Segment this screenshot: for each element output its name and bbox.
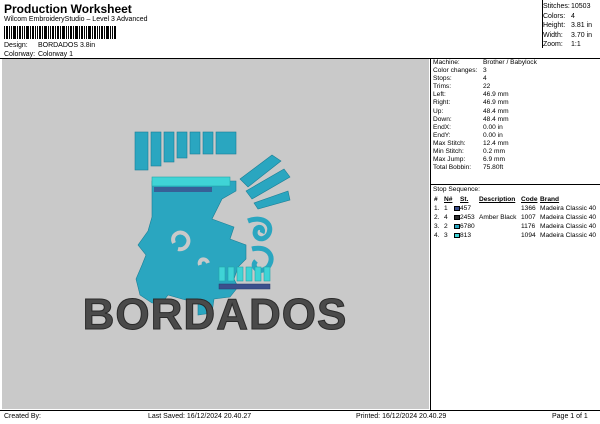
page-title: Production Worksheet [4,2,132,16]
info-endy: EndY: 0.00 in [433,131,503,139]
created-by: Created By: [4,413,41,420]
mask-bar [218,283,271,290]
info-up: Up: 48.4 mm [433,107,509,115]
design-text: BORDADOS [83,290,348,339]
colorway-value: Colorway 1 [37,51,73,58]
mask-feathers [239,154,291,210]
design-value: BORDADOS 3.8in [37,42,96,49]
info-max-jump: Max Jump: 6.9 mm [433,156,505,164]
barcode-image [4,26,116,39]
stat-stitches: Stitches: 10503 [543,3,591,10]
embroidery-design: BORDADOS [82,131,348,340]
info-trims: Trims: 22 [433,83,491,91]
design-label: Design: [4,42,28,49]
stat-zoom: Zoom: 1:1 [543,41,581,49]
info-min-stitch: Min Stitch: 0.2 mm [433,148,505,156]
design-preview: BORDADOS [2,59,429,409]
info-machine: Machine: Brother / Babylock [433,59,537,66]
table-row: 2. 4 2453 Amber Black 1007 Madeira Class… [434,214,597,221]
panel-divider [430,58,431,410]
last-saved: Last Saved: 16/12/2024 20.40.27 [148,413,252,420]
worksheet-header: Production Worksheet Wilcom EmbroiderySt… [0,0,600,58]
worksheet-footer: Created By: Last Saved: 16/12/2024 20.40… [0,411,600,424]
design-row: Design: BORDADOS 3.8in [4,42,95,49]
stop-divider [431,184,600,185]
mask-ear [247,216,274,273]
page-number: Page 1 of 1 [552,413,588,420]
table-row: 4. 3 813 1094 Madeira Classic 40 [434,232,597,239]
table-row: 1. 1 457 1366 Madeira Classic 40 [434,205,597,212]
info-endx: EndX: 0.00 in [433,123,503,131]
stat-height: Height: 3.81 in [543,22,593,30]
colorway-row: Colorway: Colorway 1 [4,51,73,58]
info-max-stitch: Max Stitch: 12.4 mm [433,139,509,147]
info-color-changes: Color changes: 3 [433,67,487,75]
stat-width: Width: 3.70 in [543,31,593,39]
machine-info-panel: Machine: Brother / Babylock Color changes… [433,59,599,172]
software-name: Wilcom EmbroideryStudio – Level 3 Advanc… [4,16,148,23]
info-down: Down: 48.4 mm [433,115,509,123]
info-stops: Stops: 4 [433,75,487,83]
mask-headdress [134,131,237,171]
stop-sequence-table: # N# St. Description Code Brand 1. 1 457… [433,195,599,240]
mask-headband [151,176,231,187]
colorway-label: Colorway: [4,51,36,58]
stop-sequence-title: Stop Sequence: [433,186,480,193]
info-right: Right: 46.9 mm [433,99,509,107]
table-header: # N# St. Description Code Brand [434,196,560,203]
stats-box: Stitches: 10503 Colors: 4 Height: 3.81 in W… [543,2,599,50]
printed-date: Printed: 16/12/2024 20.40.29 [356,413,447,420]
info-total-bobbin: Total Bobbin: 75.80ft [433,164,504,172]
info-left: Left: 46.9 mm [433,91,509,99]
table-row: 3. 2 6780 1176 Madeira Classic 40 [434,223,597,230]
stat-colors: Colors: 4 [543,12,575,20]
mask-headband-shadow [154,187,212,192]
